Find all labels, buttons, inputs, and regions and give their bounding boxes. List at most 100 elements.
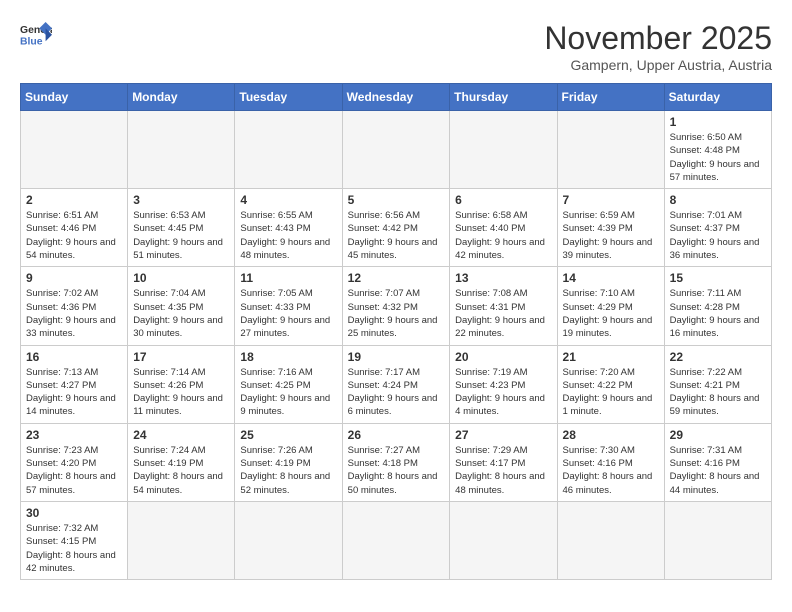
calendar-day-cell: 15Sunrise: 7:11 AM Sunset: 4:28 PM Dayli…	[664, 267, 771, 345]
day-info: Sunrise: 7:08 AM Sunset: 4:31 PM Dayligh…	[455, 287, 551, 340]
calendar-week-row: 1 Sunrise: 6:50 AM Sunset: 4:48 PM Daylig…	[21, 111, 772, 189]
day-number: 4	[240, 193, 336, 207]
day-number: 17	[133, 350, 229, 364]
calendar-day-cell: 22Sunrise: 7:22 AM Sunset: 4:21 PM Dayli…	[664, 345, 771, 423]
calendar-day-cell: 10 Sunrise: 7:04 AM Sunset: 4:35 PM Dayli…	[128, 267, 235, 345]
day-info: Sunrise: 7:32 AM Sunset: 4:15 PM Dayligh…	[26, 522, 122, 575]
generalblue-logo-icon: General Blue	[20, 20, 52, 48]
calendar-day-cell	[21, 111, 128, 189]
day-number: 5	[348, 193, 445, 207]
calendar-day-cell: 30 Sunrise: 7:32 AM Sunset: 4:15 PM Dayli…	[21, 501, 128, 579]
logo: General Blue	[20, 20, 52, 48]
day-number: 6	[455, 193, 551, 207]
calendar-day-cell: 8 Sunrise: 7:01 AM Sunset: 4:37 PM Daylig…	[664, 189, 771, 267]
weekday-header-monday: Monday	[128, 84, 235, 111]
day-info: Sunrise: 6:56 AM Sunset: 4:42 PM Dayligh…	[348, 209, 445, 262]
day-number: 1	[670, 115, 766, 129]
page-header: General Blue November 2025 Gampern, Uppe…	[20, 20, 772, 73]
calendar-day-cell: 2Sunrise: 6:51 AM Sunset: 4:46 PM Daylig…	[21, 189, 128, 267]
day-number: 30	[26, 506, 122, 520]
svg-text:Blue: Blue	[20, 36, 43, 47]
calendar-day-cell	[557, 501, 664, 579]
day-number: 12	[348, 271, 445, 285]
month-year-title: November 2025	[544, 20, 772, 57]
day-number: 11	[240, 271, 336, 285]
calendar-week-row: 2Sunrise: 6:51 AM Sunset: 4:46 PM Daylig…	[21, 189, 772, 267]
calendar-day-cell: 21 Sunrise: 7:20 AM Sunset: 4:22 PM Dayli…	[557, 345, 664, 423]
day-number: 24	[133, 428, 229, 442]
calendar-day-cell: 17Sunrise: 7:14 AM Sunset: 4:26 PM Dayli…	[128, 345, 235, 423]
calendar-day-cell: 27 Sunrise: 7:29 AM Sunset: 4:17 PM Dayli…	[450, 423, 557, 501]
day-info: Sunrise: 7:13 AM Sunset: 4:27 PM Dayligh…	[26, 366, 122, 419]
calendar-day-cell	[235, 501, 342, 579]
calendar-day-cell	[342, 111, 450, 189]
calendar-day-cell	[450, 501, 557, 579]
calendar-day-cell: 26Sunrise: 7:27 AM Sunset: 4:18 PM Dayli…	[342, 423, 450, 501]
day-number: 2	[26, 193, 122, 207]
calendar-day-cell	[128, 111, 235, 189]
calendar-day-cell	[450, 111, 557, 189]
weekday-header-friday: Friday	[557, 84, 664, 111]
calendar-week-row: 30 Sunrise: 7:32 AM Sunset: 4:15 PM Dayli…	[21, 501, 772, 579]
weekday-header-wednesday: Wednesday	[342, 84, 450, 111]
day-number: 27	[455, 428, 551, 442]
day-number: 7	[563, 193, 659, 207]
calendar-day-cell	[664, 501, 771, 579]
day-info: Sunrise: 7:30 AM Sunset: 4:16 PM Dayligh…	[563, 444, 659, 497]
calendar-day-cell: 12 Sunrise: 7:07 AM Sunset: 4:32 PM Dayli…	[342, 267, 450, 345]
day-info: Sunrise: 7:01 AM Sunset: 4:37 PM Dayligh…	[670, 209, 766, 262]
calendar-day-cell: 1 Sunrise: 6:50 AM Sunset: 4:48 PM Daylig…	[664, 111, 771, 189]
day-info: Sunrise: 6:55 AM Sunset: 4:43 PM Dayligh…	[240, 209, 336, 262]
weekday-header-row: SundayMondayTuesdayWednesdayThursdayFrid…	[21, 84, 772, 111]
calendar-day-cell: 3Sunrise: 6:53 AM Sunset: 4:45 PM Daylig…	[128, 189, 235, 267]
day-info: Sunrise: 7:29 AM Sunset: 4:17 PM Dayligh…	[455, 444, 551, 497]
calendar-day-cell: 13 Sunrise: 7:08 AM Sunset: 4:31 PM Dayli…	[450, 267, 557, 345]
day-number: 13	[455, 271, 551, 285]
weekday-header-thursday: Thursday	[450, 84, 557, 111]
calendar-day-cell: 18 Sunrise: 7:16 AM Sunset: 4:25 PM Dayli…	[235, 345, 342, 423]
calendar-day-cell: 5 Sunrise: 6:56 AM Sunset: 4:42 PM Daylig…	[342, 189, 450, 267]
calendar-day-cell: 25Sunrise: 7:26 AM Sunset: 4:19 PM Dayli…	[235, 423, 342, 501]
day-number: 14	[563, 271, 659, 285]
day-number: 20	[455, 350, 551, 364]
day-number: 21	[563, 350, 659, 364]
day-number: 22	[670, 350, 766, 364]
day-number: 29	[670, 428, 766, 442]
day-info: Sunrise: 6:50 AM Sunset: 4:48 PM Dayligh…	[670, 131, 766, 184]
day-info: Sunrise: 7:31 AM Sunset: 4:16 PM Dayligh…	[670, 444, 766, 497]
calendar-day-cell: 28Sunrise: 7:30 AM Sunset: 4:16 PM Dayli…	[557, 423, 664, 501]
day-info: Sunrise: 7:16 AM Sunset: 4:25 PM Dayligh…	[240, 366, 336, 419]
calendar-day-cell: 23Sunrise: 7:23 AM Sunset: 4:20 PM Dayli…	[21, 423, 128, 501]
day-info: Sunrise: 7:07 AM Sunset: 4:32 PM Dayligh…	[348, 287, 445, 340]
day-info: Sunrise: 7:04 AM Sunset: 4:35 PM Dayligh…	[133, 287, 229, 340]
day-number: 15	[670, 271, 766, 285]
weekday-header-tuesday: Tuesday	[235, 84, 342, 111]
weekday-header-saturday: Saturday	[664, 84, 771, 111]
day-info: Sunrise: 6:59 AM Sunset: 4:39 PM Dayligh…	[563, 209, 659, 262]
location-subtitle: Gampern, Upper Austria, Austria	[544, 57, 772, 73]
calendar-day-cell: 16Sunrise: 7:13 AM Sunset: 4:27 PM Dayli…	[21, 345, 128, 423]
calendar-day-cell: 19Sunrise: 7:17 AM Sunset: 4:24 PM Dayli…	[342, 345, 450, 423]
day-number: 26	[348, 428, 445, 442]
calendar-table: SundayMondayTuesdayWednesdayThursdayFrid…	[20, 83, 772, 580]
day-info: Sunrise: 7:19 AM Sunset: 4:23 PM Dayligh…	[455, 366, 551, 419]
calendar-week-row: 9 Sunrise: 7:02 AM Sunset: 4:36 PM Daylig…	[21, 267, 772, 345]
day-number: 8	[670, 193, 766, 207]
day-info: Sunrise: 7:02 AM Sunset: 4:36 PM Dayligh…	[26, 287, 122, 340]
day-number: 19	[348, 350, 445, 364]
day-number: 10	[133, 271, 229, 285]
calendar-day-cell: 11 Sunrise: 7:05 AM Sunset: 4:33 PM Dayli…	[235, 267, 342, 345]
day-info: Sunrise: 7:05 AM Sunset: 4:33 PM Dayligh…	[240, 287, 336, 340]
day-info: Sunrise: 7:10 AM Sunset: 4:29 PM Dayligh…	[563, 287, 659, 340]
calendar-day-cell: 20 Sunrise: 7:19 AM Sunset: 4:23 PM Dayli…	[450, 345, 557, 423]
day-number: 9	[26, 271, 122, 285]
calendar-day-cell	[342, 501, 450, 579]
calendar-day-cell: 24Sunrise: 7:24 AM Sunset: 4:19 PM Dayli…	[128, 423, 235, 501]
day-info: Sunrise: 7:20 AM Sunset: 4:22 PM Dayligh…	[563, 366, 659, 419]
calendar-day-cell	[128, 501, 235, 579]
day-number: 18	[240, 350, 336, 364]
day-info: Sunrise: 6:58 AM Sunset: 4:40 PM Dayligh…	[455, 209, 551, 262]
day-number: 25	[240, 428, 336, 442]
calendar-day-cell: 7 Sunrise: 6:59 AM Sunset: 4:39 PM Daylig…	[557, 189, 664, 267]
calendar-day-cell: 4 Sunrise: 6:55 AM Sunset: 4:43 PM Daylig…	[235, 189, 342, 267]
